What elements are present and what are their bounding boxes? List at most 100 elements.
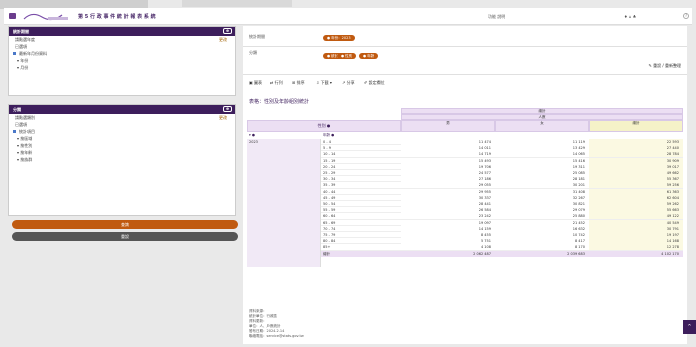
value-cell-t: 14 168 bbox=[666, 239, 679, 244]
value-cell-m: 30 337 bbox=[478, 195, 491, 200]
period-row-1[interactable]: 已選項 bbox=[9, 43, 235, 50]
value-cell-m: 8 455 bbox=[480, 233, 491, 237]
value-cell-f: 19 311 bbox=[572, 164, 585, 169]
value-cell-f: 15 416 bbox=[572, 158, 585, 163]
value-cell-t: 22 593 bbox=[666, 140, 679, 144]
value-cell-m: 14 159 bbox=[478, 226, 491, 231]
age-cell: 0 - 4 bbox=[323, 140, 331, 144]
total-cell-t: 4 102 170 bbox=[661, 251, 679, 256]
value-cell-t: 30 909 bbox=[666, 158, 679, 163]
period-panel-title: 統計期間 bbox=[13, 29, 29, 34]
total-cell-m: 2 062 487 bbox=[473, 251, 491, 256]
age-cell: 60 - 64 bbox=[323, 214, 336, 219]
period-row-label: ▾ 年份 bbox=[17, 58, 29, 63]
value-cell-f: 13 429 bbox=[572, 146, 585, 151]
year-value: 2023 bbox=[249, 140, 258, 144]
tool-settings[interactable]: ✐ 設定欄位 bbox=[364, 80, 385, 86]
period-toggle-button[interactable]: ⊕ bbox=[223, 28, 232, 34]
category-row-6[interactable]: ▾ 按族群 bbox=[9, 156, 235, 163]
value-cell-m: 27 186 bbox=[478, 177, 491, 182]
period-row-2[interactable]: 最新年月份資料 bbox=[9, 50, 235, 57]
period-row-4[interactable]: ▾ 月份 bbox=[9, 64, 235, 71]
category-row-1[interactable]: 已選項 bbox=[9, 121, 235, 128]
age-cell: 80 - 84 bbox=[323, 239, 336, 244]
submit-button[interactable]: 查詢 bbox=[12, 220, 238, 229]
category-row-0[interactable]: 請點選類別 更改 bbox=[9, 114, 235, 121]
value-cell-m: 23 242 bbox=[478, 214, 491, 219]
header-user-icons[interactable]: ♦ ⌂ ♣ bbox=[624, 14, 636, 19]
period-row-label: 最新年月份資料 bbox=[19, 51, 47, 56]
table-toolbar: ▣ 圖表 ⇄ 行列 ⊞ 排序 ⇩ 下載 ▾ ↗ 分享 ✐ 設定欄位 bbox=[246, 78, 684, 88]
category-toggle-button[interactable]: ⊕ bbox=[223, 106, 232, 112]
period-row-label: 已選項 bbox=[15, 44, 27, 49]
age-cell: 65 - 69 bbox=[323, 220, 336, 225]
tool-download[interactable]: ⇩ 下載 ▾ bbox=[316, 80, 332, 86]
value-cell-m: 24 577 bbox=[478, 171, 491, 175]
value-cell-f: 30 821 bbox=[572, 202, 585, 206]
total-cell-f: 2 039 683 bbox=[567, 251, 585, 256]
menu-icon[interactable] bbox=[9, 13, 16, 19]
value-cell-f: 32 267 bbox=[572, 195, 585, 200]
note-line: 聯絡電話：service@stats.gov.tw bbox=[249, 334, 304, 338]
period-row-0[interactable]: 請點選年度 更改 bbox=[9, 36, 235, 43]
tool-pivot[interactable]: ⇄ 行列 bbox=[270, 80, 283, 86]
value-cell-t: 62 604 bbox=[666, 195, 679, 200]
category-panel-title: 分類 bbox=[13, 107, 21, 112]
col-header-female: 女 bbox=[495, 120, 589, 132]
table-title: 表格：性別及年齡組別統計 bbox=[249, 99, 310, 105]
header-links[interactable]: 功能 說明 bbox=[488, 14, 505, 20]
filter-divider bbox=[243, 46, 687, 47]
age-cell: 55 - 59 bbox=[323, 208, 336, 213]
site-title: 第 5 行 政 事 件 統 計 報 表 系 統 bbox=[78, 14, 156, 20]
row-header-label[interactable]: 性別 ● bbox=[248, 121, 400, 131]
filter-chip-2[interactable]: ● 年齡 bbox=[359, 53, 379, 59]
filter-chip-period[interactable]: ● 年份：2023 bbox=[323, 35, 355, 41]
filter-chip-1[interactable]: ● 性別 bbox=[337, 53, 357, 59]
value-cell-f: 11 119 bbox=[572, 140, 585, 144]
age-cell: 85+ bbox=[323, 245, 331, 250]
period-row-3[interactable]: ▾ 年份 bbox=[9, 57, 235, 64]
value-cell-f: 8 417 bbox=[574, 239, 585, 244]
age-cell: 45 - 49 bbox=[323, 195, 336, 200]
category-row-4[interactable]: ▾ 按性別 bbox=[9, 142, 235, 149]
age-cell: 70 - 74 bbox=[323, 226, 336, 231]
age-cell: 5 - 9 bbox=[323, 146, 331, 151]
site-logo[interactable] bbox=[22, 11, 70, 22]
row-header-corner: 性別 ● bbox=[247, 120, 401, 132]
value-cell-f: 25 880 bbox=[572, 214, 585, 219]
reset-button[interactable]: ✎ 重設 / 重新整理 bbox=[648, 63, 681, 69]
value-cell-t: 55 367 bbox=[666, 177, 679, 182]
tool-chart[interactable]: ▣ 圖表 bbox=[249, 80, 262, 86]
col-header-total-text: 總計 bbox=[632, 121, 640, 125]
period-row-label: 請點選年度 bbox=[15, 37, 35, 42]
value-cell-f: 29 079 bbox=[572, 208, 585, 213]
value-cell-f: 25 085 bbox=[572, 171, 585, 175]
age-cell: 50 - 54 bbox=[323, 202, 336, 206]
col-header-total: 總計 bbox=[589, 120, 683, 132]
value-cell-m: 28 441 bbox=[478, 202, 491, 206]
help-icon[interactable]: ? bbox=[683, 13, 689, 19]
value-cell-f: 16 632 bbox=[572, 226, 585, 231]
period-row-label: ▾ 月份 bbox=[17, 65, 29, 70]
value-cell-f: 28 181 bbox=[572, 177, 585, 182]
category-row-label: ▾ 按族群 bbox=[17, 157, 33, 162]
tool-share[interactable]: ↗ 分享 bbox=[342, 80, 355, 86]
age-cell: 20 - 24 bbox=[323, 164, 336, 169]
value-cell-f: 14 065 bbox=[572, 152, 585, 157]
scroll-top-button[interactable]: ^ bbox=[683, 320, 696, 334]
year-header-label[interactable]: ▾ ● bbox=[249, 133, 255, 137]
category-row-label: 請點選類別 bbox=[15, 115, 35, 120]
tool-sort[interactable]: ⊞ 排序 bbox=[292, 80, 305, 86]
age-header-label[interactable]: 年齡 ● bbox=[323, 133, 334, 138]
category-row-2[interactable]: 統計項目 bbox=[9, 128, 235, 135]
value-cell-m: 29 955 bbox=[478, 189, 491, 194]
clear-button[interactable]: 重設 bbox=[12, 232, 238, 241]
value-cell-t: 55 663 bbox=[666, 208, 679, 213]
left-sidebar: 統計期間 ⊕ 請點選年度 更改 已選項 最新年月份資料 ▾ 年份 ▾ 月份 分類 ⊕ 請點… bbox=[8, 26, 238, 326]
col-header-male: 男 bbox=[401, 120, 495, 132]
category-row-3[interactable]: ▾ 按區域 bbox=[9, 135, 235, 142]
category-row-5[interactable]: ▾ 按年齡 bbox=[9, 149, 235, 156]
value-cell-t: 19 197 bbox=[666, 233, 679, 237]
value-cell-t: 59 262 bbox=[666, 202, 679, 206]
value-cell-m: 11 474 bbox=[478, 140, 491, 144]
